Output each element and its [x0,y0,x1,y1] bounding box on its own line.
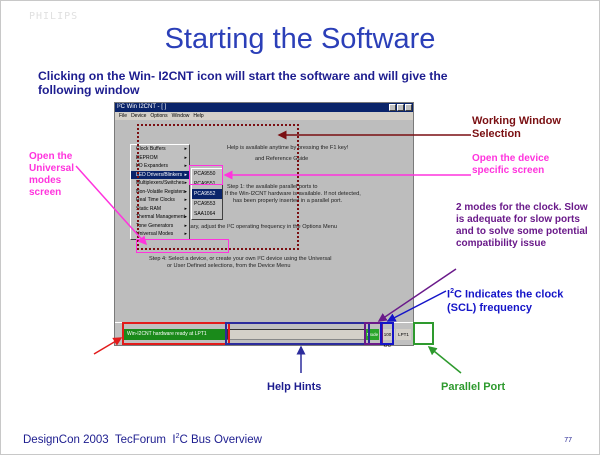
open-device-label: Open the device specific screen [472,153,550,176]
working-window-label: Working Window Selection [472,115,561,140]
footer: DesignCon 2003 TecForum I2C Bus Overview [23,433,262,446]
slide: PHILIPS Starting the Software Clicking o… [0,0,600,455]
open-universal-label: Open the Universal modes screen [29,151,75,198]
parallel-port-label: Parallel Port [441,381,506,393]
i2c-frequency-label: I2C Indicates the clock (SCL) frequency [447,288,564,314]
clock-modes-label: 2 modes for the clock. Slow is adequate … [456,202,588,249]
page-number: 77 [564,437,572,444]
help-hints-label: Help Hints [267,381,322,393]
